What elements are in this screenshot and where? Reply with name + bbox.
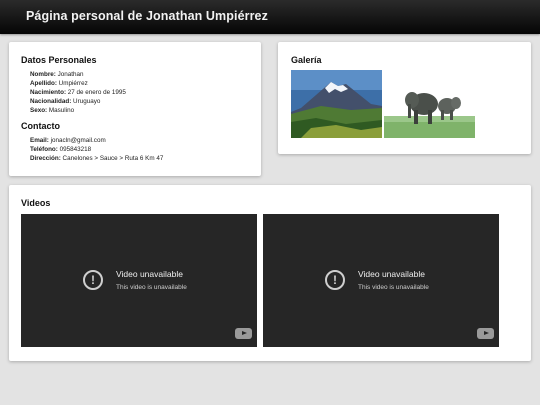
video-unavailable-title: Video unavailable [358, 269, 425, 279]
youtube-icon[interactable] [235, 328, 252, 339]
personal-row: Nacionalidad: Uruguayo [30, 97, 126, 106]
row-value: Masulino [47, 107, 75, 114]
top-app-bar: Página personal de Jonathan Umpiérrez [0, 0, 540, 34]
videos-heading: Videos [21, 198, 51, 208]
row-label: Email: [30, 137, 49, 144]
youtube-icon[interactable] [477, 328, 494, 339]
row-label: Dirección: [30, 155, 61, 162]
personal-data-heading: Datos Personales [21, 55, 97, 65]
contact-row: Dirección: Canelones > Sauce > Ruta 6 Km… [30, 154, 163, 163]
alert-circle-icon: ! [83, 270, 103, 290]
row-label: Apellido: [30, 80, 57, 87]
personal-row: Nacimiento: 27 de enero de 1995 [30, 88, 126, 97]
personal-data-card: Datos Personales Nombre: Jonathan Apelli… [9, 42, 261, 176]
contact-row: Teléfono: 095843218 [30, 145, 163, 154]
personal-row: Sexo: Masulino [30, 106, 126, 115]
alert-circle-icon: ! [325, 270, 345, 290]
video-unavailable-title: Video unavailable [116, 269, 183, 279]
row-label: Nacionalidad: [30, 98, 72, 105]
contact-row: Email: jonacln@gmail.com [30, 136, 163, 145]
video-player-1[interactable]: ! Video unavailable This video is unavai… [21, 214, 257, 347]
row-value: Uruguayo [71, 98, 101, 105]
row-label: Nacimiento: [30, 89, 67, 96]
row-value: Jonathan [55, 71, 84, 78]
contact-list: Email: jonacln@gmail.com Teléfono: 09584… [30, 136, 163, 163]
row-value: jonacln@gmail.com [48, 137, 106, 144]
video-unavailable-subtitle: This video is unavailable [116, 284, 187, 291]
elephants-image [384, 70, 475, 138]
row-value: 27 de enero de 1995 [66, 89, 126, 96]
video-player-2[interactable]: ! Video unavailable This video is unavai… [263, 214, 499, 347]
personal-row: Nombre: Jonathan [30, 70, 126, 79]
contact-heading: Contacto [21, 121, 60, 131]
personal-data-list: Nombre: Jonathan Apellido: Umpiérrez Nac… [30, 70, 126, 115]
row-label: Sexo: [30, 107, 48, 114]
video-unavailable-subtitle: This video is unavailable [358, 284, 429, 291]
row-value: 095843218 [57, 146, 92, 153]
page-title: Página personal de Jonathan Umpiérrez [26, 9, 268, 23]
gallery-image-mountain[interactable] [291, 70, 382, 138]
row-label: Teléfono: [30, 146, 58, 153]
personal-row: Apellido: Umpiérrez [30, 79, 126, 88]
row-value: Umpiérrez [56, 80, 88, 87]
gallery-card: Galería [278, 42, 531, 154]
row-label: Nombre: [30, 71, 56, 78]
mountain-image [291, 70, 382, 138]
gallery-heading: Galería [291, 55, 322, 65]
row-value: Canelones > Sauce > Ruta 6 Km 47 [60, 155, 164, 162]
videos-card: Videos ! Video unavailable This video is… [9, 185, 531, 361]
gallery-image-elephants[interactable] [384, 70, 475, 138]
